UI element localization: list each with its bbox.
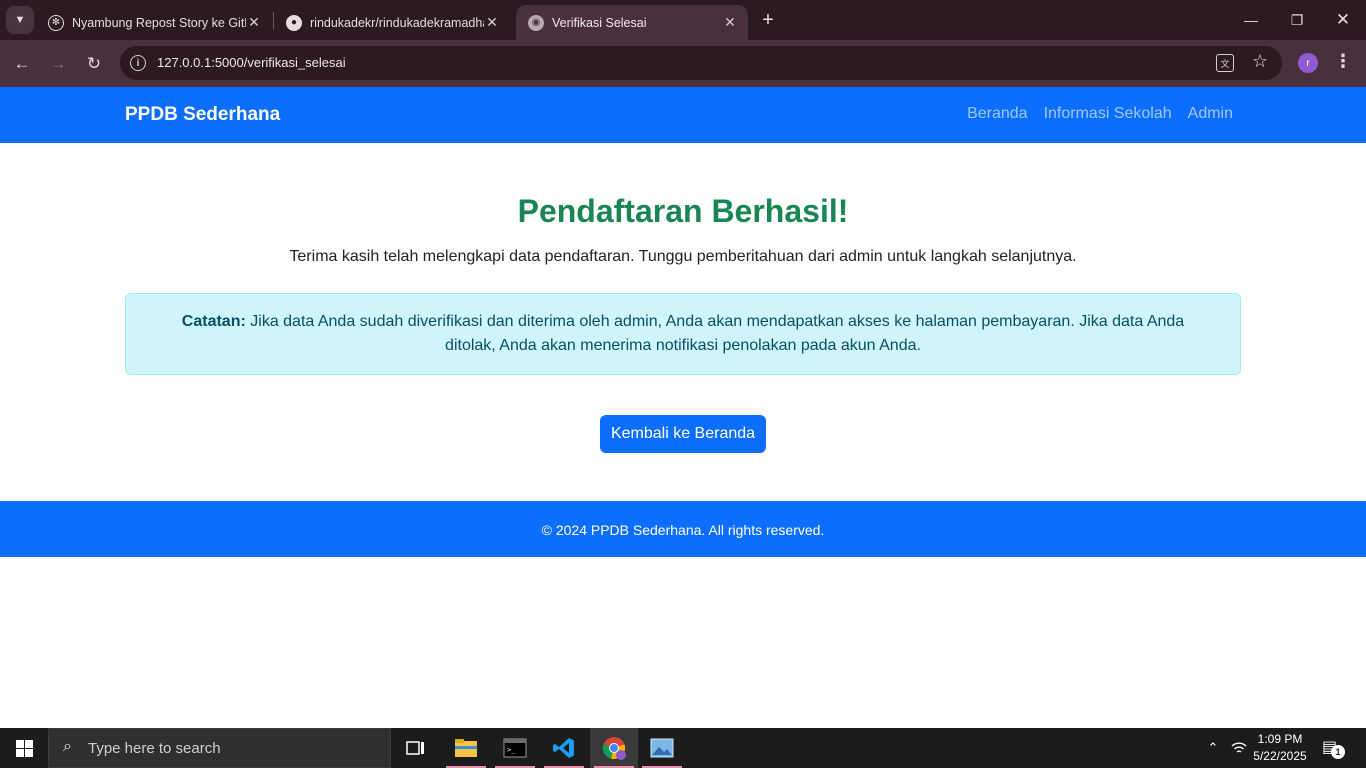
search-icon: ⌕: [63, 738, 72, 755]
site-navbar: PPDB Sederhana Beranda Informasi Sekolah…: [0, 87, 1366, 143]
site-info-icon[interactable]: i: [130, 55, 146, 71]
globe-icon: ◉: [528, 14, 544, 31]
start-button[interactable]: [0, 728, 48, 768]
translate-icon[interactable]: 文: [1216, 54, 1234, 72]
clock-date: 5/22/2025: [1253, 749, 1307, 763]
back-arrow-icon[interactable]: ←: [8, 50, 36, 78]
restore-icon[interactable]: ❐: [1274, 0, 1320, 40]
reload-icon[interactable]: ↻: [80, 50, 108, 78]
chevron-up-icon[interactable]: ⌃: [1202, 728, 1224, 768]
search-placeholder: Type here to search: [88, 740, 221, 757]
minimize-icon[interactable]: —: [1228, 0, 1274, 40]
tab-close-icon[interactable]: ✕: [246, 14, 262, 31]
photos-icon[interactable]: [638, 728, 686, 768]
notification-badge: 1: [1331, 745, 1345, 759]
main-content: Pendaftaran Berhasil! Terima kasih telah…: [0, 143, 1366, 501]
url-text[interactable]: 127.0.0.1:5000/verifikasi_selesai: [157, 55, 346, 70]
terminal-icon[interactable]: >_: [491, 728, 539, 768]
address-bar[interactable]: i 127.0.0.1:5000/verifikasi_selesai 文 ☆: [120, 46, 1282, 80]
tab-1[interactable]: ✻ Nyambung Repost Story ke GitHub ✕: [36, 5, 272, 40]
tab-title: Verifikasi Selesai: [552, 15, 647, 30]
back-home-button[interactable]: Kembali ke Beranda: [600, 415, 766, 453]
os-taskbar: ⌕ Type here to search >_ ⌃ 1:09 PM 5/22/…: [0, 728, 1366, 768]
forward-arrow-icon[interactable]: →: [44, 50, 72, 78]
chrome-icon[interactable]: [590, 728, 638, 768]
brand-logo[interactable]: PPDB Sederhana: [125, 104, 280, 126]
tab-close-icon[interactable]: ✕: [484, 14, 500, 31]
nav-link-beranda[interactable]: Beranda: [967, 105, 1028, 123]
taskbar-search[interactable]: ⌕ Type here to search: [48, 728, 391, 768]
site-footer: © 2024 PPDB Sederhana. All rights reserv…: [0, 501, 1366, 557]
nav-link-informasi-sekolah[interactable]: Informasi Sekolah: [1044, 105, 1172, 123]
lead-text: Terima kasih telah melengkapi data penda…: [289, 248, 1077, 265]
openai-icon: ✻: [48, 14, 64, 31]
file-explorer-icon[interactable]: [442, 728, 490, 768]
profile-avatar[interactable]: r: [1298, 53, 1318, 73]
system-clock[interactable]: 1:09 PM 5/22/2025: [1246, 731, 1314, 765]
task-view-icon[interactable]: [392, 728, 440, 768]
clock-time: 1:09 PM: [1257, 732, 1303, 746]
more-menu-icon[interactable]: ⋮: [1334, 51, 1352, 72]
github-icon: ●: [286, 14, 302, 31]
bookmark-star-icon[interactable]: ☆: [1252, 51, 1268, 72]
alert-text: Jika data Anda sudah diverifikasi dan di…: [245, 313, 1185, 354]
vscode-icon[interactable]: [540, 728, 588, 768]
page-title: Pendaftaran Berhasil!: [517, 193, 849, 229]
tab-title: rindukadekr/rindukadekramadhan: [310, 15, 484, 30]
nav-link-admin[interactable]: Admin: [1188, 105, 1233, 123]
tab-title: Nyambung Repost Story ke GitHub: [72, 15, 246, 30]
tab-close-icon[interactable]: ✕: [722, 14, 738, 31]
browser-toolbar: ← → ↻ i 127.0.0.1:5000/verifikasi_selesa…: [0, 40, 1366, 87]
alert-label: Catatan:: [181, 313, 246, 330]
tab-2[interactable]: ● rindukadekr/rindukadekramadhan ✕: [274, 5, 510, 40]
browser-tab-bar: ▼ ✻ Nyambung Repost Story ke GitHub ✕ ● …: [0, 0, 1366, 40]
tab-3-active[interactable]: ◉ Verifikasi Selesai ✕: [516, 5, 748, 40]
windows-logo-icon: [15, 739, 33, 757]
new-tab-plus-icon[interactable]: +: [756, 8, 780, 32]
svg-text:>_: >_: [507, 746, 516, 754]
window-close-icon[interactable]: ✕: [1320, 0, 1366, 40]
nav-links: Beranda Informasi Sekolah Admin: [967, 105, 1233, 123]
notification-icon[interactable]: ▤ 1: [1322, 737, 1345, 759]
tab-search-chevron-icon[interactable]: ▼: [6, 6, 34, 34]
info-alert: Catatan: Jika data Anda sudah diverifika…: [125, 293, 1241, 375]
